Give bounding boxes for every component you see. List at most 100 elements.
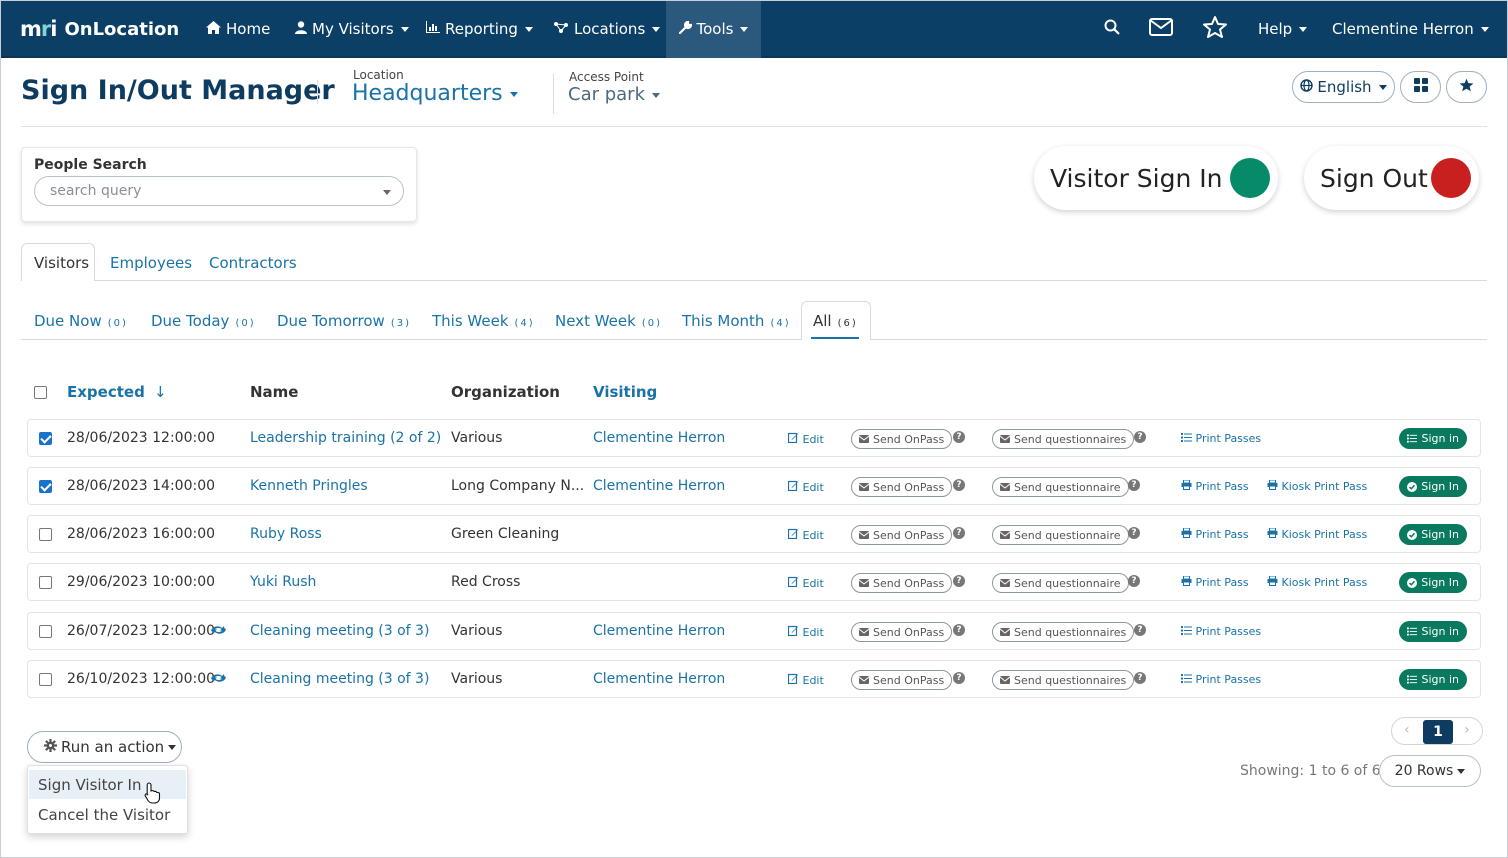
visitor-name-link[interactable]: Ruby Ross xyxy=(250,526,322,542)
tab-due-tomorrow[interactable]: Due Tomorrow (3) xyxy=(277,312,411,330)
sign-in-button[interactable]: Sign in xyxy=(1399,669,1467,690)
send-onpass-button[interactable]: Send OnPass xyxy=(851,429,953,449)
tab-employees[interactable]: Employees xyxy=(110,254,192,272)
sign-in-button[interactable]: Sign In xyxy=(1399,524,1467,545)
nav-my-visitors[interactable]: My Visitors xyxy=(295,0,409,58)
page-1-button[interactable]: 1 xyxy=(1423,720,1453,744)
edit-link[interactable]: Edit xyxy=(787,625,824,639)
layout-button[interactable] xyxy=(1400,71,1441,103)
send-onpass-button[interactable]: Send OnPass xyxy=(851,525,953,545)
sign-out-button[interactable]: Sign Out xyxy=(1304,146,1479,210)
visitor-name-link[interactable]: Kenneth Pringles xyxy=(250,478,368,494)
send-onpass-button[interactable]: Send OnPass xyxy=(851,477,953,497)
column-header-expected[interactable]: Expected ↓ xyxy=(67,383,167,401)
chevron-right-icon[interactable]: › xyxy=(1464,722,1470,738)
send-questionnaire-button[interactable]: Send questionnaires xyxy=(992,622,1135,642)
visiting-host-link[interactable]: Clementine Herron xyxy=(593,623,725,639)
print-pass-link[interactable]: Print Passes xyxy=(1181,673,1261,686)
help-icon[interactable]: ? xyxy=(953,527,965,539)
access-point-select[interactable]: Car park xyxy=(568,84,661,105)
sign-in-button[interactable]: Sign in xyxy=(1399,428,1467,449)
edit-link[interactable]: Edit xyxy=(787,480,824,494)
send-questionnaire-button[interactable]: Send questionnaire xyxy=(992,477,1129,497)
kiosk-print-pass-link[interactable]: Kiosk Print Pass xyxy=(1267,575,1367,589)
help-icon[interactable]: ? xyxy=(953,672,965,684)
visitor-name-link[interactable]: Cleaning meeting (3 of 3) xyxy=(250,671,429,687)
visiting-host-link[interactable]: Clementine Herron xyxy=(593,430,725,446)
tab-visitors[interactable]: Visitors xyxy=(34,254,89,272)
visitor-name-link[interactable]: Yuki Rush xyxy=(250,574,316,590)
column-header-visiting[interactable]: Visiting xyxy=(593,383,657,401)
nav-home[interactable]: Home xyxy=(206,0,270,58)
send-questionnaire-button[interactable]: Send questionnaire xyxy=(992,525,1129,545)
language-select[interactable]: English xyxy=(1292,71,1395,103)
edit-link[interactable]: Edit xyxy=(787,528,824,542)
tab-this-month[interactable]: This Month (4) xyxy=(682,312,791,330)
send-questionnaire-button[interactable]: Send questionnaires xyxy=(992,670,1135,690)
print-pass-link[interactable]: Print Pass xyxy=(1181,527,1249,541)
send-questionnaire-button[interactable]: Send questionnaires xyxy=(992,429,1135,449)
help-icon[interactable]: ? xyxy=(1128,575,1140,587)
rows-per-page-select[interactable]: 20 Rows xyxy=(1379,755,1481,787)
help-icon[interactable]: ? xyxy=(1128,479,1140,491)
location-select[interactable]: Headquarters xyxy=(352,81,518,106)
favorites-button[interactable] xyxy=(1203,0,1227,58)
tab-next-week[interactable]: Next Week (0) xyxy=(555,312,662,330)
sign-in-button[interactable]: Sign in xyxy=(1399,621,1467,642)
edit-link[interactable]: Edit xyxy=(787,432,824,446)
people-search-input[interactable]: search query xyxy=(34,176,404,206)
print-pass-link[interactable]: Print Pass xyxy=(1181,575,1249,589)
send-onpass-button[interactable]: Send OnPass xyxy=(851,670,953,690)
visitor-name-link[interactable]: Cleaning meeting (3 of 3) xyxy=(250,623,429,639)
nav-help[interactable]: Help xyxy=(1258,0,1308,58)
run-action-button[interactable]: Run an action xyxy=(27,731,182,763)
menu-item-cancel-visitor[interactable]: Cancel the Visitor xyxy=(29,800,186,829)
visiting-host-link[interactable]: Clementine Herron xyxy=(593,671,725,687)
help-icon[interactable]: ? xyxy=(1128,527,1140,539)
nav-locations[interactable]: Locations xyxy=(553,0,661,58)
print-pass-link[interactable]: Print Passes xyxy=(1181,625,1261,638)
print-pass-link[interactable]: Print Pass xyxy=(1181,479,1249,493)
sign-in-button[interactable]: Sign In xyxy=(1399,476,1467,497)
help-icon[interactable]: ? xyxy=(953,624,965,636)
nav-reporting[interactable]: Reporting xyxy=(426,0,533,58)
nav-tools[interactable]: Tools xyxy=(666,0,761,58)
edit-link[interactable]: Edit xyxy=(787,673,824,687)
help-icon[interactable]: ? xyxy=(953,479,965,491)
chevron-left-icon[interactable]: ‹ xyxy=(1404,722,1410,738)
select-all-checkbox[interactable] xyxy=(34,386,47,399)
kiosk-print-pass-link[interactable]: Kiosk Print Pass xyxy=(1267,527,1367,541)
favorite-page-button[interactable] xyxy=(1446,71,1487,103)
row-checkbox[interactable] xyxy=(39,528,52,541)
tab-due-now[interactable]: Due Now (0) xyxy=(34,312,128,330)
help-icon[interactable]: ? xyxy=(1134,624,1146,636)
row-checkbox[interactable] xyxy=(39,625,52,638)
tab-all[interactable]: All (6) xyxy=(813,312,858,330)
help-icon[interactable]: ? xyxy=(953,431,965,443)
row-checkbox[interactable] xyxy=(39,673,52,686)
messages-button[interactable] xyxy=(1149,0,1173,58)
sign-in-button[interactable]: Sign In xyxy=(1399,572,1467,593)
row-checkbox[interactable] xyxy=(39,432,52,445)
menu-item-sign-visitor-in[interactable]: Sign Visitor In xyxy=(29,770,186,799)
row-checkbox[interactable] xyxy=(39,576,52,589)
brand-logo[interactable]: mri OnLocation xyxy=(20,17,179,41)
send-onpass-button[interactable]: Send OnPass xyxy=(851,573,953,593)
send-onpass-button[interactable]: Send OnPass xyxy=(851,622,953,642)
help-icon[interactable]: ? xyxy=(953,575,965,587)
row-checkbox[interactable] xyxy=(39,480,52,493)
edit-link[interactable]: Edit xyxy=(787,576,824,590)
kiosk-print-pass-link[interactable]: Kiosk Print Pass xyxy=(1267,479,1367,493)
print-pass-link[interactable]: Print Passes xyxy=(1181,432,1261,445)
help-icon[interactable]: ? xyxy=(1134,672,1146,684)
tab-due-today[interactable]: Due Today (0) xyxy=(151,312,256,330)
help-icon[interactable]: ? xyxy=(1134,431,1146,443)
visitor-sign-in-button[interactable]: Visitor Sign In xyxy=(1034,146,1278,210)
tab-this-week[interactable]: This Week (4) xyxy=(432,312,535,330)
send-questionnaire-button[interactable]: Send questionnaire xyxy=(992,573,1129,593)
nav-user-menu[interactable]: Clementine Herron xyxy=(1332,0,1489,58)
visiting-host-link[interactable]: Clementine Herron xyxy=(593,478,725,494)
tab-contractors[interactable]: Contractors xyxy=(209,254,297,272)
search-button[interactable] xyxy=(1104,0,1120,58)
visitor-name-link[interactable]: Leadership training (2 of 2) xyxy=(250,430,441,446)
